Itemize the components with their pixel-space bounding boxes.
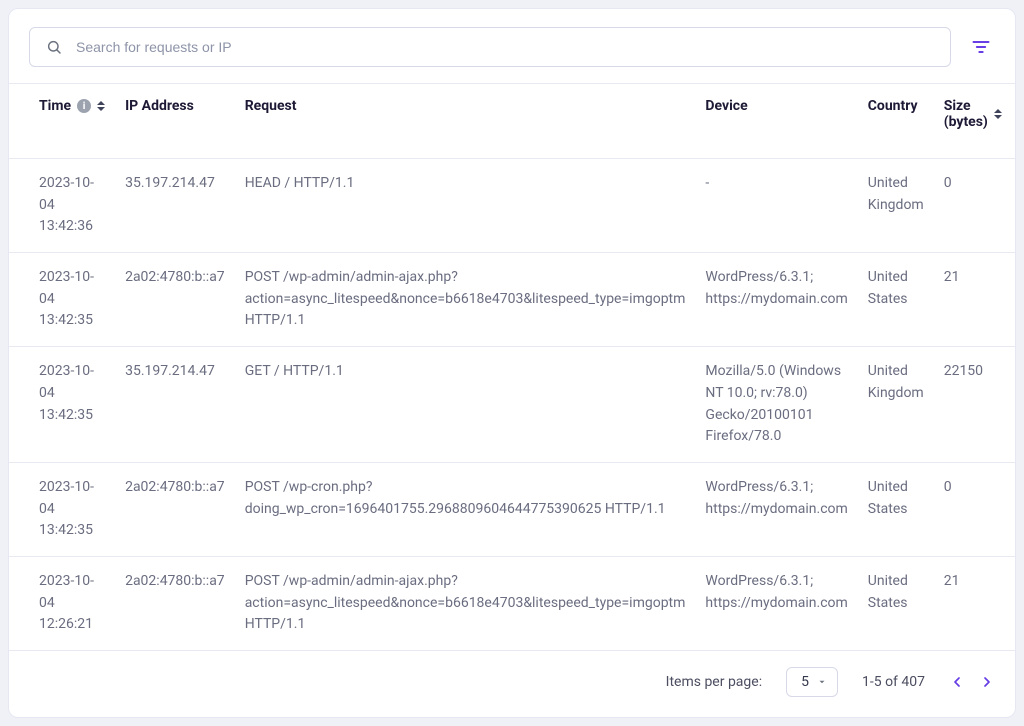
table-body: 2023-10-04 13:42:3635.197.214.47HEAD / H… [9,159,1016,651]
cell-response: 996772 [1012,347,1016,463]
cell-device: Mozilla/5.0 (Windows NT 10.0; rv:78.0) G… [695,347,857,463]
cell-ip: 35.197.214.47 [115,347,235,463]
cell-ip: 2a02:4780:b::a7 [115,253,235,347]
cell-country: United Kingdom [858,347,934,463]
search-input[interactable] [76,39,934,55]
table-row: 2023-10-04 13:42:352a02:4780:b::a7POST /… [9,462,1016,556]
cell-country: United States [858,556,934,650]
th-country-label: Country [868,98,918,114]
th-size: Size (bytes) [934,84,1012,159]
th-time-label: Time [39,98,71,114]
th-request: Request [235,84,696,159]
cell-device: WordPress/6.3.1; https://mydomain.com [695,253,857,347]
info-icon[interactable]: i [77,99,91,113]
cell-device: WordPress/6.3.1; https://mydomain.com [695,556,857,650]
sort-size[interactable] [994,109,1002,119]
cell-size: 21 [934,253,1012,347]
cell-device: - [695,159,857,253]
items-per-page-label: Items per page: [666,674,762,690]
cell-time: 2023-10-04 13:42:35 [9,347,115,463]
cell-size: 0 [934,159,1012,253]
cell-request: GET / HTTP/1.1 [235,347,696,463]
th-response: Response time (ms) [1012,84,1016,159]
cell-size: 21 [934,556,1012,650]
prev-page-button[interactable] [949,674,965,690]
chevron-right-icon [979,674,995,690]
cell-country: United Kingdom [858,159,934,253]
th-device-label: Device [705,98,747,114]
cell-device: WordPress/6.3.1; https://mydomain.com [695,462,857,556]
th-ip-label: IP Address [125,98,194,114]
caret-down-icon [817,677,827,687]
page-size-value: 5 [801,674,809,690]
cell-time: 2023-10-04 13:42:36 [9,159,115,253]
table-footer: Items per page: 5 1-5 of 407 [9,650,1015,717]
next-page-button[interactable] [979,674,995,690]
search-icon [46,39,62,55]
cell-ip: 2a02:4780:b::a7 [115,556,235,650]
cell-response: 94194 [1012,253,1016,347]
th-time: Time i [9,84,115,159]
cell-response: 4583 [1012,159,1016,253]
th-ip: IP Address [115,84,235,159]
table-row: 2023-10-04 13:42:352a02:4780:b::a7POST /… [9,253,1016,347]
th-country: Country [858,84,934,159]
th-size-label: Size (bytes) [944,98,988,130]
cell-request: POST /wp-admin/admin-ajax.php?action=asy… [235,253,696,347]
table-row: 2023-10-04 13:42:3535.197.214.47GET / HT… [9,347,1016,463]
filter-icon [971,37,991,57]
chevron-left-icon [949,674,965,690]
sort-time[interactable] [97,101,105,111]
table-row: 2023-10-04 13:42:3635.197.214.47HEAD / H… [9,159,1016,253]
cell-response: 2993 [1012,462,1016,556]
table-header-row: Time i IP Address Request Device Country… [9,84,1016,159]
cell-request: POST /wp-cron.php?doing_wp_cron=16964017… [235,462,696,556]
cell-request: POST /wp-admin/admin-ajax.php?action=asy… [235,556,696,650]
cell-time: 2023-10-04 12:26:21 [9,556,115,650]
requests-panel: Time i IP Address Request Device Country… [8,8,1016,718]
cell-ip: 2a02:4780:b::a7 [115,462,235,556]
filter-button[interactable] [967,33,995,61]
cell-size: 0 [934,462,1012,556]
th-request-label: Request [245,98,297,114]
cell-time: 2023-10-04 13:42:35 [9,253,115,347]
cell-request: HEAD / HTTP/1.1 [235,159,696,253]
requests-table: Time i IP Address Request Device Country… [9,83,1016,650]
search-box[interactable] [29,27,951,67]
cell-country: United States [858,462,934,556]
cell-response: 51409 [1012,556,1016,650]
table-row: 2023-10-04 12:26:212a02:4780:b::a7POST /… [9,556,1016,650]
page-size-select[interactable]: 5 [786,667,838,697]
search-bar-row [9,9,1015,83]
cell-size: 22150 [934,347,1012,463]
cell-country: United States [858,253,934,347]
cell-time: 2023-10-04 13:42:35 [9,462,115,556]
cell-ip: 35.197.214.47 [115,159,235,253]
page-range: 1-5 of 407 [862,674,925,690]
th-device: Device [695,84,857,159]
